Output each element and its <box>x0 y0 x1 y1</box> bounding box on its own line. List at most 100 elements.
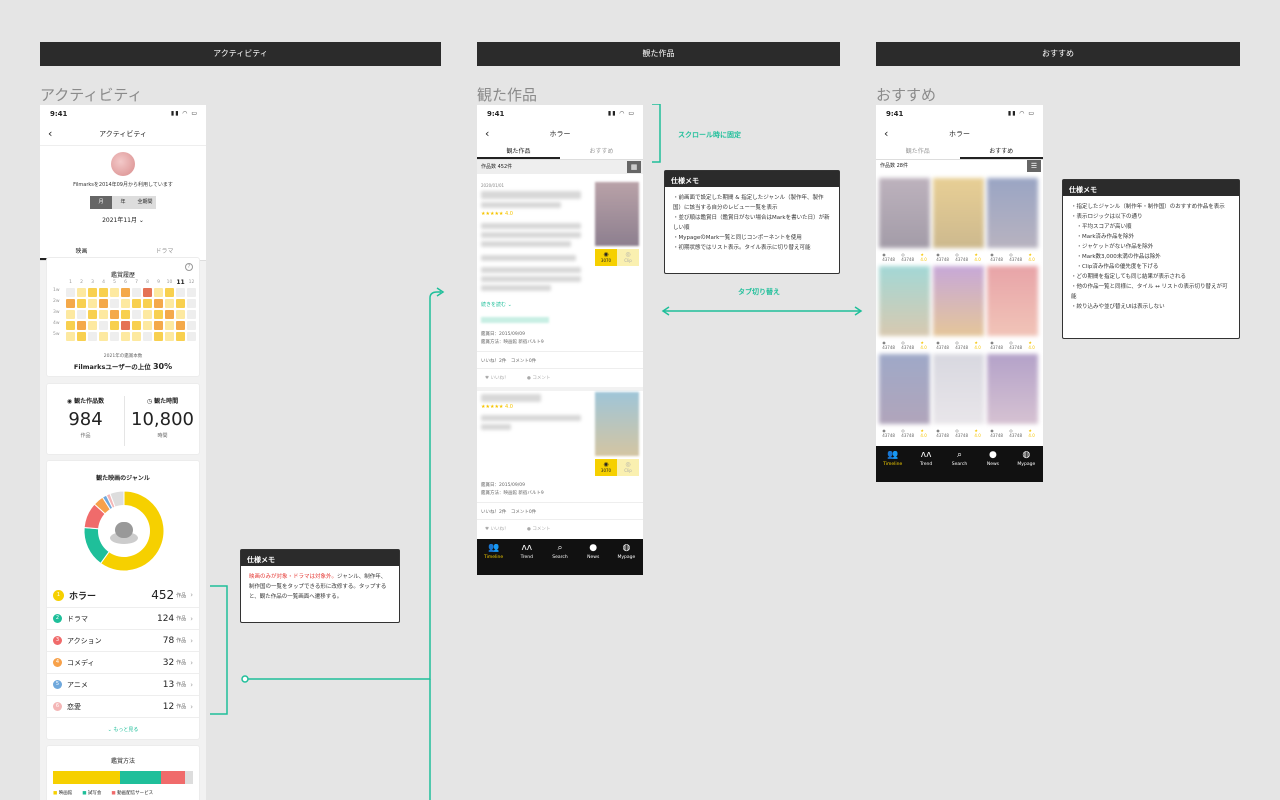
star-icon: ★ 4.0 <box>974 428 981 438</box>
avatar[interactable] <box>111 152 135 176</box>
heatmap-cell <box>121 288 130 297</box>
poster-image[interactable] <box>987 354 1038 424</box>
help-icon[interactable]: ? <box>185 263 193 271</box>
grid-view-icon[interactable]: ▦ <box>627 161 641 173</box>
eye-icon: ◉ 43748 <box>936 340 949 350</box>
clip-icon: ◎ <box>625 461 631 468</box>
read-more-link[interactable]: 続きを読む ⌄ <box>481 301 512 308</box>
heatmap-cell <box>66 310 75 319</box>
nav-title: アクティビティ <box>99 130 147 138</box>
movie-tile[interactable]: ◉ 43748 ◎ 43748 ★ 4.0 <box>879 354 930 442</box>
genre-row[interactable]: 3 アクション 78 作品 › <box>47 630 199 652</box>
month-label-8: 8 <box>146 280 149 285</box>
comment-button[interactable]: ● コメント <box>527 375 550 381</box>
more-label: もっと見る <box>113 727 139 733</box>
nav-search[interactable]: ⌕ Search <box>543 539 576 575</box>
nav-mypage[interactable]: ◍ Mypage <box>610 539 643 575</box>
activity-spec-memo: 仕様メモ 映画のみが対象・ドラマは対象外。ジャンル、制作年、制作国の一覧をタップ… <box>240 549 400 623</box>
month-label-3: 3 <box>91 280 94 285</box>
poster-image[interactable] <box>987 266 1038 336</box>
comment-button[interactable]: ● コメント <box>527 526 550 532</box>
chevron-right-icon: › <box>190 636 193 645</box>
poster-image[interactable] <box>879 178 930 248</box>
nav-timeline[interactable]: 👥 Timeline <box>876 446 909 482</box>
movie-tile[interactable]: ◉ 43748 ◎ 43748 ★ 4.0 <box>933 354 984 442</box>
tab-recommend[interactable]: おすすめ <box>959 145 1043 159</box>
poster-image[interactable] <box>879 266 930 336</box>
list-tabs: 観た作品 おすすめ <box>477 145 643 160</box>
clip-button[interactable]: ◎ Clip <box>617 249 639 266</box>
calendar-title: 鑑賞履歴 <box>110 272 135 279</box>
time-label: 観た時間 <box>154 398 179 405</box>
poster-image[interactable] <box>595 182 639 246</box>
method-card: 鑑賞方法 ■ 映画館 ■ 試写会 ■ 動画配信サービス <box>46 745 200 800</box>
movie-tile[interactable]: ◉ 43748 ◎ 43748 ★ 4.0 <box>987 266 1038 354</box>
movie-tile[interactable]: ◉ 43748 ◎ 43748 ★ 4.0 <box>933 266 984 354</box>
genre-name: コメディ <box>67 658 95 667</box>
movie-tile[interactable]: ◉ 43748 ◎ 43748 ★ 4.0 <box>879 178 930 266</box>
segment-month[interactable]: 月 <box>90 196 112 209</box>
genre-row[interactable]: 6 恋愛 12 作品 › <box>47 696 199 718</box>
poster-image[interactable] <box>879 354 930 424</box>
genre-row[interactable]: 1 ホラー 452 作品 › <box>47 583 199 608</box>
heatmap-cell <box>88 321 97 330</box>
watched-phone: 9:41 ▮▮ ◠ ▭ ‹ ホラー 観た作品 おすすめ 作品数 452件 ▦ 20… <box>477 105 643 575</box>
tab-watched[interactable]: 観た作品 <box>876 145 960 159</box>
trend-icon: ᴧᴧ <box>521 543 533 553</box>
heatmap-cell <box>77 321 86 330</box>
segment-year[interactable]: 年 <box>112 196 134 209</box>
genre-row[interactable]: 2 ドラマ 124 作品 › <box>47 608 199 630</box>
tab-watched[interactable]: 観た作品 <box>477 145 560 159</box>
clip-button[interactable]: ◎ Clip <box>617 459 639 476</box>
clip-icon: ◎ 43748 <box>1009 252 1023 262</box>
back-icon[interactable]: ‹ <box>884 123 888 145</box>
month-selector[interactable]: 2021年11月 ⌄ <box>40 215 206 224</box>
star-icon: ★ 4.0 <box>974 340 981 350</box>
mypage-avatar-icon: ◍ <box>1022 450 1031 460</box>
back-icon[interactable]: ‹ <box>485 123 489 145</box>
nav-news[interactable]: ● News <box>577 539 610 575</box>
news-icon: ● <box>988 450 997 460</box>
movie-tile[interactable]: ◉ 43748 ◎ 43748 ★ 4.0 <box>987 178 1038 266</box>
month-label-9: 9 <box>157 280 160 285</box>
poster-image[interactable] <box>987 178 1038 248</box>
genre-row[interactable]: 4 コメディ 32 作品 › <box>47 652 199 674</box>
heatmap-cell <box>66 332 75 341</box>
heatmap-cell <box>154 288 163 297</box>
star-icon: ★ 4.0 <box>920 428 927 438</box>
memo-title: 仕様メモ <box>665 171 839 187</box>
mark-button[interactable]: ◉ 3070 <box>595 459 617 476</box>
heatmap-cell <box>121 332 130 341</box>
list-view-icon[interactable]: ☰ <box>1027 160 1041 172</box>
poster-image[interactable] <box>933 354 984 424</box>
segment-all[interactable]: 全期間 <box>134 196 156 209</box>
method-title: 鑑賞方法 <box>110 758 135 765</box>
chevron-down-icon: ⌄ <box>138 217 144 224</box>
mark-button[interactable]: ◉ 3070 <box>595 249 617 266</box>
genre-row[interactable]: 5 アニメ 13 作品 › <box>47 674 199 696</box>
nav-timeline[interactable]: 👥 Timeline <box>477 539 510 575</box>
tab-recommend[interactable]: おすすめ <box>560 145 643 159</box>
nav-news[interactable]: ● News <box>976 446 1009 482</box>
like-button[interactable]: ♥ いいね！ <box>485 526 508 532</box>
mypage-avatar-icon: ◍ <box>622 543 631 553</box>
genre-name: ドラマ <box>67 614 88 623</box>
nav-trend[interactable]: ᴧᴧ Trend <box>909 446 942 482</box>
heatmap-cell <box>77 332 86 341</box>
more-link[interactable]: ⌄ もっと見る <box>47 726 199 733</box>
poster-image[interactable] <box>933 178 984 248</box>
like-button[interactable]: ♥ いいね！ <box>485 375 508 381</box>
nav-mypage[interactable]: ◍ Mypage <box>1010 446 1043 482</box>
memo-line: ・初期状態ではリスト表示。タイル表示に切り替え可能 <box>673 245 811 251</box>
nav-search[interactable]: ⌕ Search <box>943 446 976 482</box>
movie-tile[interactable]: ◉ 43748 ◎ 43748 ★ 4.0 <box>987 354 1038 442</box>
movie-tile[interactable]: ◉ 43748 ◎ 43748 ★ 4.0 <box>879 266 930 354</box>
rank-badge: 4 <box>53 658 62 667</box>
poster-image[interactable] <box>933 266 984 336</box>
nav-trend[interactable]: ᴧᴧ Trend <box>510 539 543 575</box>
movie-tile[interactable]: ◉ 43748 ◎ 43748 ★ 4.0 <box>933 178 984 266</box>
back-icon[interactable]: ‹ <box>48 123 52 145</box>
heatmap-cell <box>66 321 75 330</box>
poster-image[interactable] <box>595 392 639 456</box>
section-title-watched: 観た作品 <box>477 86 538 104</box>
